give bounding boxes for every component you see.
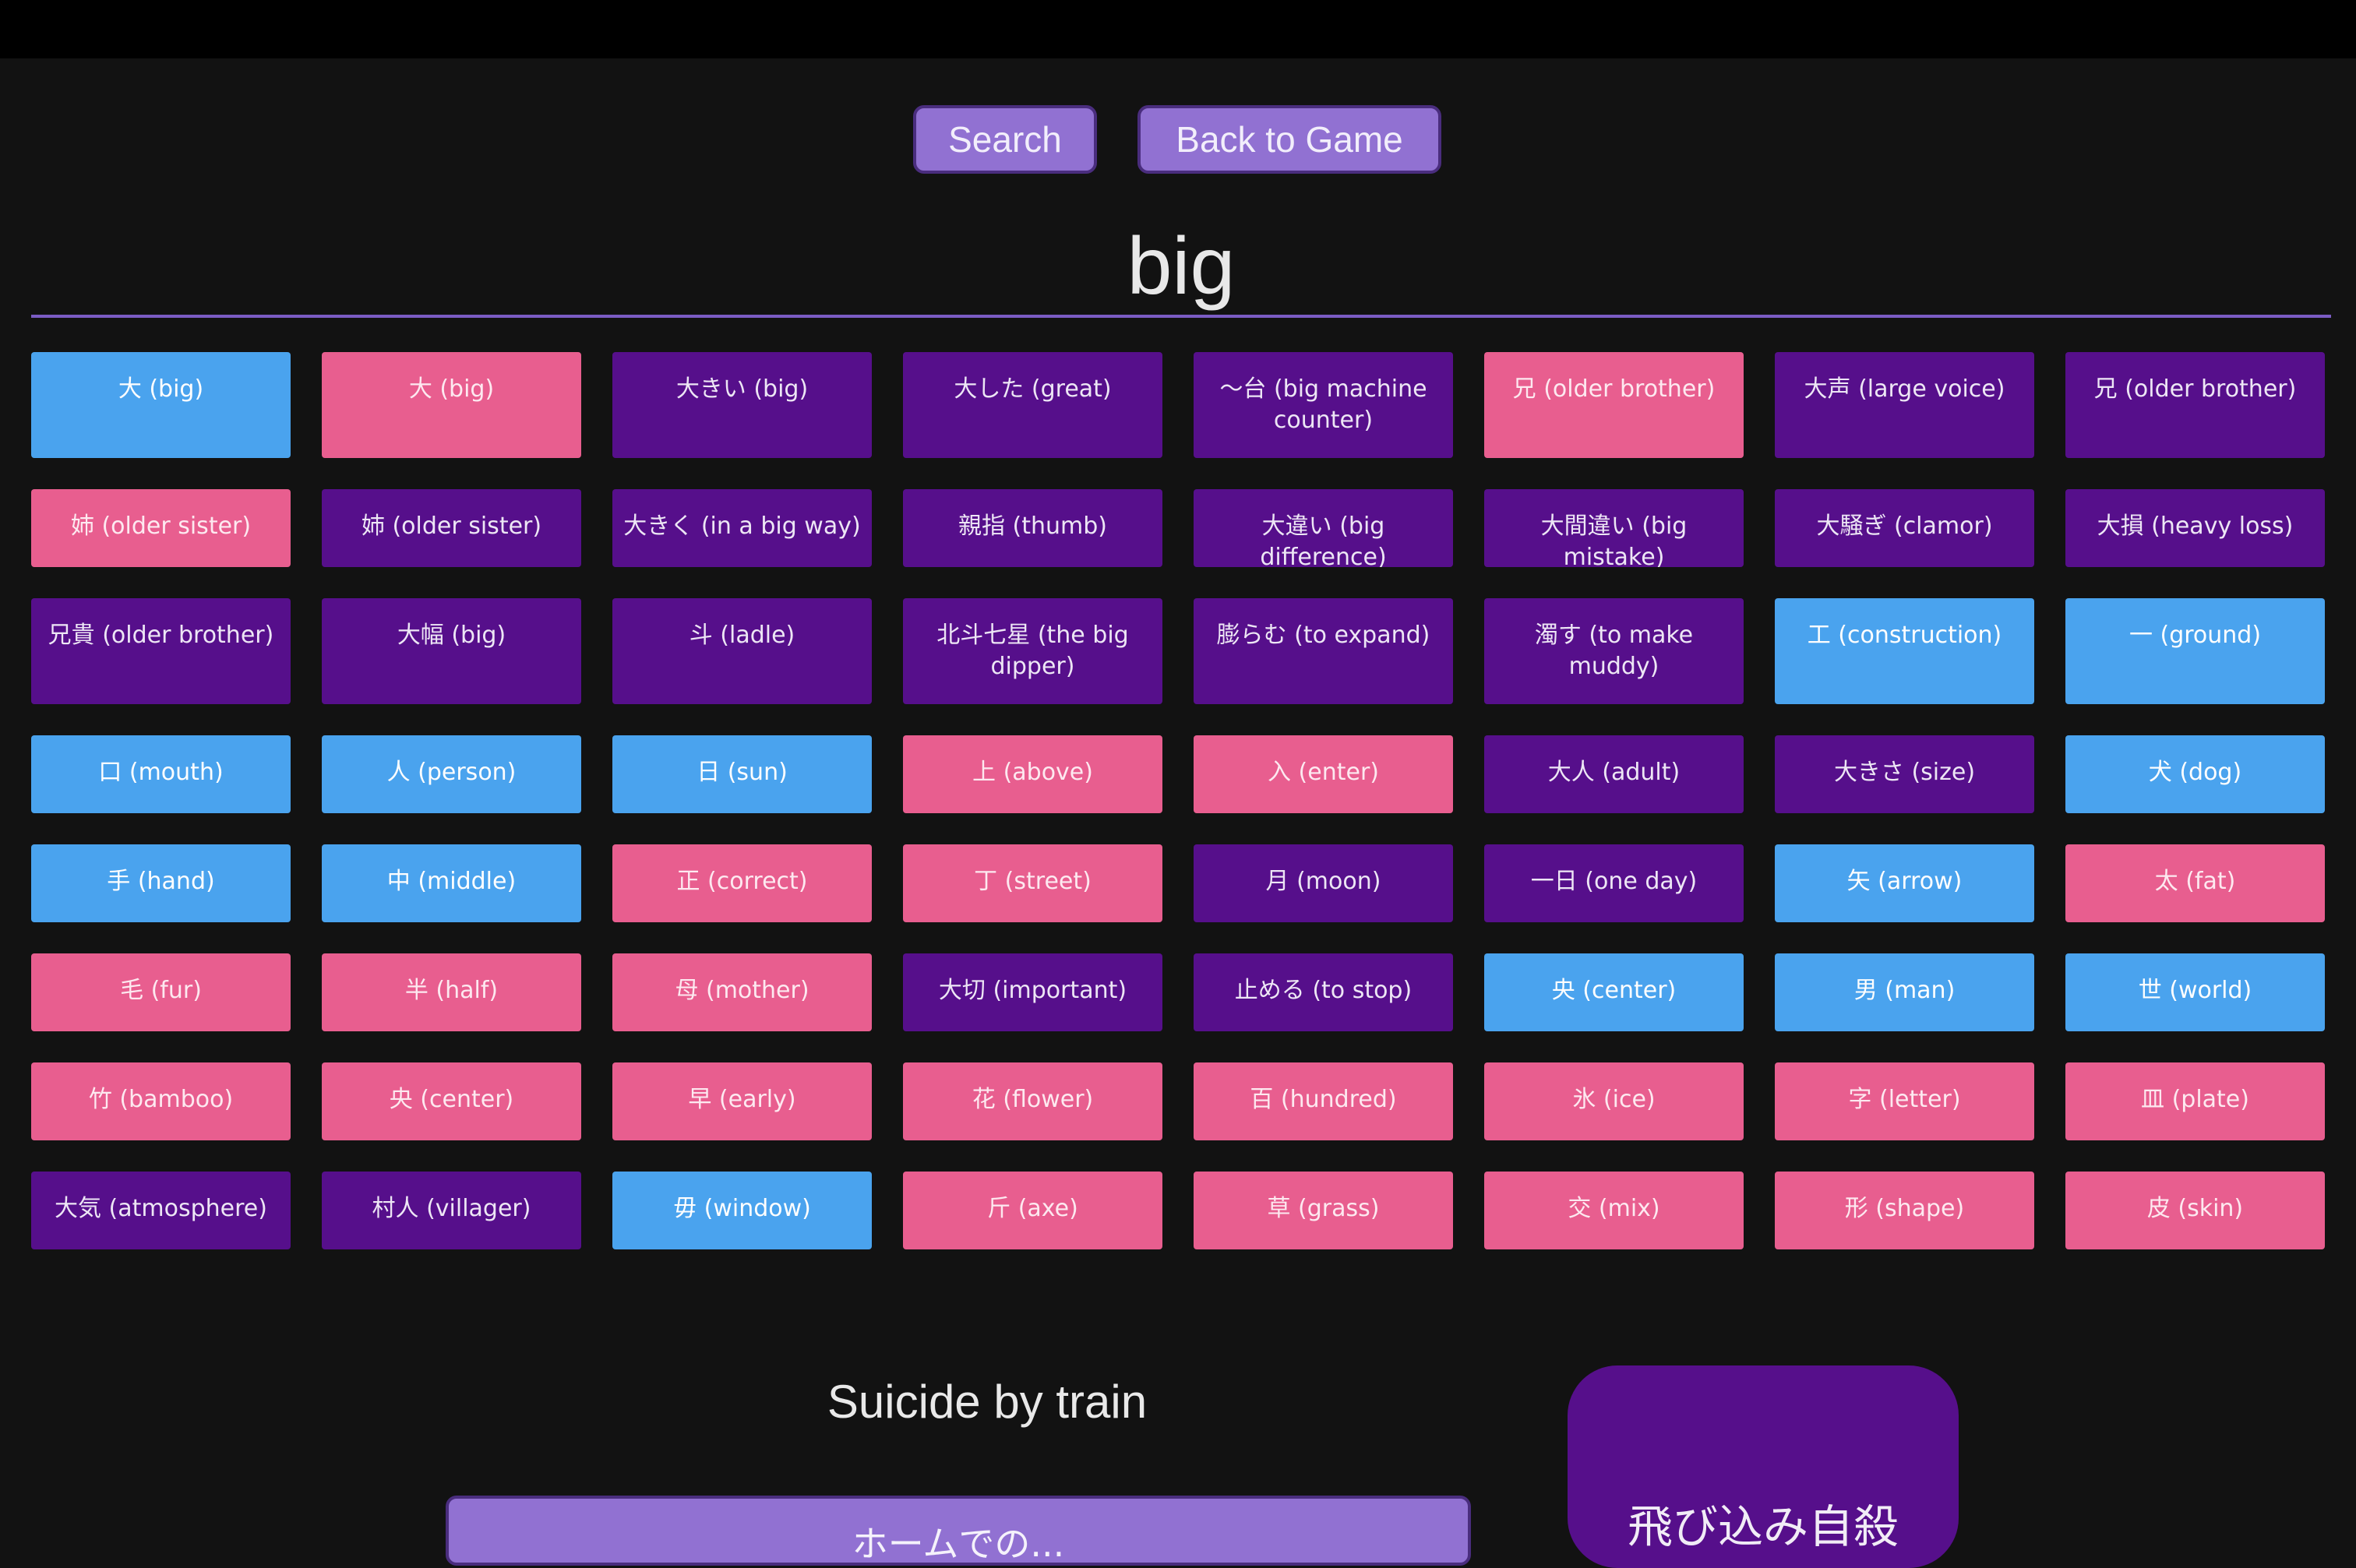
- result-tile[interactable]: 大きい (big): [612, 352, 872, 458]
- result-tile[interactable]: 大幅 (big): [322, 598, 581, 704]
- result-tile[interactable]: 上 (above): [903, 735, 1162, 813]
- result-tile[interactable]: 央 (center): [1484, 953, 1744, 1031]
- search-button[interactable]: Search: [913, 105, 1097, 174]
- result-tile[interactable]: 日 (sun): [612, 735, 872, 813]
- game-choice-button[interactable]: ホームでの...: [446, 1496, 1471, 1566]
- result-tile[interactable]: 大した (great): [903, 352, 1162, 458]
- search-field-wrapper: [31, 218, 2331, 321]
- results-grid: 大 (big) 大 (big) 大きい (big) 大した (great) 〜台 (bi…: [31, 352, 2326, 1249]
- result-tile[interactable]: 大違い (big difference): [1194, 489, 1453, 567]
- result-tile[interactable]: 〜台 (big machine counter): [1194, 352, 1453, 458]
- result-tile[interactable]: 大間違い (big mistake): [1484, 489, 1744, 567]
- game-answer-card-label: 飛び込み自殺: [1627, 1500, 1899, 1553]
- result-tile[interactable]: 人 (person): [322, 735, 581, 813]
- result-tile[interactable]: 太 (fat): [2065, 844, 2325, 922]
- result-tile[interactable]: 百 (hundred): [1194, 1062, 1453, 1140]
- result-tile[interactable]: 口 (mouth): [31, 735, 291, 813]
- result-tile[interactable]: 工 (construction): [1775, 598, 2034, 704]
- result-tile[interactable]: 大きさ (size): [1775, 735, 2034, 813]
- result-tile[interactable]: 央 (center): [322, 1062, 581, 1140]
- result-tile[interactable]: 大損 (heavy loss): [2065, 489, 2325, 567]
- result-tile[interactable]: 止める (to stop): [1194, 953, 1453, 1031]
- result-tile[interactable]: 一 (ground): [2065, 598, 2325, 704]
- result-tile[interactable]: 斗 (ladle): [612, 598, 872, 704]
- result-tile[interactable]: 姉 (older sister): [322, 489, 581, 567]
- result-tile[interactable]: 北斗七星 (the big dipper): [903, 598, 1162, 704]
- result-tile[interactable]: 兄貴 (older brother): [31, 598, 291, 704]
- result-tile[interactable]: 犬 (dog): [2065, 735, 2325, 813]
- result-tile[interactable]: 早 (early): [612, 1062, 872, 1140]
- result-tile[interactable]: 毋 (window): [612, 1172, 872, 1249]
- result-tile[interactable]: 皮 (skin): [2065, 1172, 2325, 1249]
- result-tile[interactable]: 氷 (ice): [1484, 1062, 1744, 1140]
- result-tile[interactable]: 大 (big): [31, 352, 291, 458]
- result-tile[interactable]: 斤 (axe): [903, 1172, 1162, 1249]
- result-tile[interactable]: 村人 (villager): [322, 1172, 581, 1249]
- result-tile[interactable]: 大騒ぎ (clamor): [1775, 489, 2034, 567]
- result-tile[interactable]: 竹 (bamboo): [31, 1062, 291, 1140]
- result-tile[interactable]: 一日 (one day): [1484, 844, 1744, 922]
- result-tile[interactable]: 親指 (thumb): [903, 489, 1162, 567]
- result-tile[interactable]: 皿 (plate): [2065, 1062, 2325, 1140]
- game-question-text: Suicide by train: [827, 1376, 1148, 1428]
- result-tile[interactable]: 濁す (to make muddy): [1484, 598, 1744, 704]
- result-tile[interactable]: 大気 (atmosphere): [31, 1172, 291, 1249]
- result-tile[interactable]: 形 (shape): [1775, 1172, 2034, 1249]
- top-bar: [0, 0, 2356, 58]
- result-tile[interactable]: 交 (mix): [1484, 1172, 1744, 1249]
- result-tile[interactable]: 中 (middle): [322, 844, 581, 922]
- result-tile[interactable]: 母 (mother): [612, 953, 872, 1031]
- result-tile[interactable]: 膨らむ (to expand): [1194, 598, 1453, 704]
- result-tile[interactable]: 入 (enter): [1194, 735, 1453, 813]
- result-tile[interactable]: 手 (hand): [31, 844, 291, 922]
- result-tile[interactable]: 毛 (fur): [31, 953, 291, 1031]
- result-tile[interactable]: 兄 (older brother): [1484, 352, 1744, 458]
- result-tile[interactable]: 月 (moon): [1194, 844, 1453, 922]
- result-tile[interactable]: 男 (man): [1775, 953, 2034, 1031]
- game-answer-card[interactable]: 飛び込み自殺: [1568, 1365, 1959, 1568]
- result-tile[interactable]: 世 (world): [2065, 953, 2325, 1031]
- result-tile[interactable]: 草 (grass): [1194, 1172, 1453, 1249]
- result-tile[interactable]: 大切 (important): [903, 953, 1162, 1031]
- result-tile[interactable]: 姉 (older sister): [31, 489, 291, 567]
- game-choice-label: ホームでの...: [852, 1523, 1065, 1565]
- result-tile[interactable]: 大 (big): [322, 352, 581, 458]
- search-input[interactable]: [31, 218, 2331, 318]
- result-tile[interactable]: 字 (letter): [1775, 1062, 2034, 1140]
- result-tile[interactable]: 大声 (large voice): [1775, 352, 2034, 458]
- result-tile[interactable]: 半 (half): [322, 953, 581, 1031]
- result-tile[interactable]: 矢 (arrow): [1775, 844, 2034, 922]
- result-tile[interactable]: 大きく (in a big way): [612, 489, 872, 567]
- result-tile[interactable]: 兄 (older brother): [2065, 352, 2325, 458]
- result-tile[interactable]: 丁 (street): [903, 844, 1162, 922]
- result-tile[interactable]: 大人 (adult): [1484, 735, 1744, 813]
- back-to-game-button[interactable]: Back to Game: [1137, 105, 1441, 174]
- result-tile[interactable]: 正 (correct): [612, 844, 872, 922]
- result-tile[interactable]: 花 (flower): [903, 1062, 1162, 1140]
